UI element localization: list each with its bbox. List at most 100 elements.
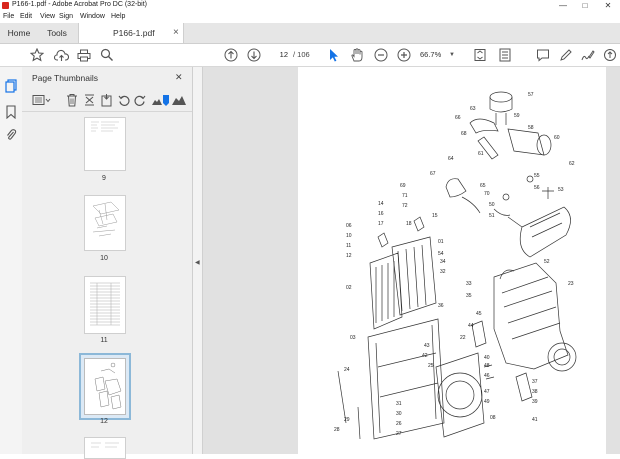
part-label: 58 bbox=[528, 125, 534, 131]
part-label: 30 bbox=[396, 411, 402, 417]
comment-icon[interactable] bbox=[535, 47, 551, 63]
maximize-button[interactable]: □ bbox=[574, 0, 596, 11]
menu-view[interactable]: View bbox=[40, 13, 55, 20]
thumbnail-page-10[interactable] bbox=[84, 195, 126, 251]
part-label: 24 bbox=[344, 367, 350, 373]
part-label: 48 bbox=[484, 363, 490, 369]
part-label: 61 bbox=[478, 151, 484, 157]
page-thumbnails-icon[interactable] bbox=[4, 79, 18, 93]
attachments-paperclip-icon[interactable] bbox=[5, 128, 17, 142]
thumbnail-page-12-selected[interactable] bbox=[79, 353, 131, 420]
panel-splitter[interactable]: ◀ bbox=[193, 67, 203, 454]
page-thumbnails-panel: Page Thumbnails ✕ 9 10 11 12 bbox=[22, 67, 210, 459]
menu-window[interactable]: Window bbox=[80, 13, 105, 20]
exploded-parts-diagram: 57 63 66 59 58 60 68 64 61 62 55 53 56 6… bbox=[334, 91, 577, 440]
search-icon[interactable] bbox=[99, 47, 115, 63]
part-label: 26 bbox=[396, 421, 402, 427]
part-label: 32 bbox=[440, 269, 446, 275]
part-label: 16 bbox=[378, 211, 384, 217]
part-label: 44 bbox=[468, 323, 474, 329]
rotate-clockwise-icon[interactable] bbox=[134, 94, 146, 106]
part-label: 34 bbox=[440, 259, 446, 265]
thumbnail-options-icon[interactable] bbox=[32, 94, 52, 106]
part-label: 62 bbox=[569, 161, 575, 167]
thumbnail-page-11-preview bbox=[90, 282, 120, 326]
part-label: 28 bbox=[334, 427, 340, 433]
part-label: 02 bbox=[346, 285, 352, 291]
part-label: 51 bbox=[489, 213, 495, 219]
part-label: 66 bbox=[455, 115, 461, 121]
select-cursor-icon[interactable] bbox=[326, 47, 342, 63]
part-label: 60 bbox=[554, 135, 560, 141]
menu-file[interactable]: File bbox=[3, 13, 14, 20]
part-label: 71 bbox=[402, 193, 408, 199]
page-total: / 106 bbox=[293, 50, 310, 59]
insert-page-icon[interactable] bbox=[100, 93, 113, 107]
share-icon[interactable] bbox=[602, 47, 618, 63]
bookmarks-icon[interactable] bbox=[5, 105, 17, 119]
zoom-level-value: 66.7% bbox=[420, 50, 442, 59]
thumbnail-page-13[interactable] bbox=[84, 437, 126, 459]
zoom-out-icon[interactable] bbox=[373, 47, 389, 63]
part-label: 27 bbox=[396, 431, 402, 437]
part-label: 08 bbox=[490, 415, 496, 421]
large-thumbnail-icon[interactable] bbox=[172, 95, 186, 105]
minimize-button[interactable]: — bbox=[552, 0, 574, 11]
zoom-in-icon[interactable] bbox=[396, 47, 412, 63]
panel-close-icon[interactable]: ✕ bbox=[175, 72, 183, 83]
part-label: 37 bbox=[532, 379, 538, 385]
thumbnail-label-10: 10 bbox=[100, 255, 108, 262]
part-label: 59 bbox=[514, 113, 520, 119]
part-label: 38 bbox=[532, 389, 538, 395]
part-label: 12 bbox=[346, 253, 352, 259]
collapse-panel-arrow-icon[interactable]: ◀ bbox=[195, 259, 200, 266]
part-label: 65 bbox=[480, 183, 486, 189]
tab-tools[interactable]: Tools bbox=[38, 23, 76, 43]
print-icon[interactable] bbox=[76, 47, 92, 63]
fit-page-icon[interactable] bbox=[472, 47, 488, 63]
thumbnail-page-11[interactable] bbox=[84, 276, 126, 334]
menu-edit[interactable]: Edit bbox=[20, 13, 32, 20]
tab-document[interactable]: P166-1.pdf × bbox=[78, 23, 184, 43]
part-label: 46 bbox=[484, 373, 490, 379]
close-window-button[interactable]: ✕ bbox=[597, 0, 619, 11]
part-label: 10 bbox=[346, 233, 352, 239]
tab-home[interactable]: Home bbox=[0, 23, 38, 43]
menu-help[interactable]: Help bbox=[111, 13, 125, 20]
zoom-level-field[interactable]: 66.7% ▼ bbox=[420, 49, 456, 61]
thumbnail-toolbar bbox=[22, 89, 192, 112]
part-label: 18 bbox=[406, 221, 412, 227]
part-label: 47 bbox=[484, 389, 490, 395]
bookmark-star-icon[interactable] bbox=[29, 47, 45, 63]
rotate-counterclockwise-icon[interactable] bbox=[118, 94, 130, 106]
part-label: 42 bbox=[422, 353, 428, 359]
next-page-icon[interactable] bbox=[246, 47, 262, 63]
page-number-input[interactable]: 12 bbox=[268, 49, 288, 61]
thumbnail-page-9[interactable] bbox=[84, 117, 126, 171]
part-label: 52 bbox=[544, 259, 550, 265]
delete-trash-icon[interactable] bbox=[66, 93, 78, 107]
panel-title: Page Thumbnails bbox=[32, 73, 98, 83]
tab-home-label: Home bbox=[7, 28, 31, 38]
part-label: 63 bbox=[470, 106, 476, 112]
upload-cloud-icon[interactable] bbox=[53, 47, 69, 63]
hand-tool-icon[interactable] bbox=[349, 47, 365, 63]
extract-pages-icon[interactable] bbox=[83, 93, 96, 107]
part-label: 67 bbox=[430, 171, 436, 177]
chevron-down-icon[interactable]: ▼ bbox=[449, 49, 455, 61]
thumbnail-size-slider-icon[interactable] bbox=[162, 94, 170, 107]
part-label: 45 bbox=[476, 311, 482, 317]
menu-sign[interactable]: Sign bbox=[59, 13, 73, 20]
scroll-mode-icon[interactable] bbox=[497, 47, 513, 63]
part-label: 72 bbox=[402, 203, 408, 209]
thumbnail-label-9: 9 bbox=[102, 175, 106, 182]
thumbnail-page-10-preview bbox=[92, 201, 120, 237]
part-label: 23 bbox=[568, 281, 574, 287]
part-label: 03 bbox=[350, 335, 356, 341]
previous-page-icon[interactable] bbox=[223, 47, 239, 63]
small-thumbnail-icon[interactable] bbox=[152, 97, 162, 105]
close-tab-icon[interactable]: × bbox=[173, 23, 179, 43]
highlight-pen-icon[interactable] bbox=[558, 47, 574, 63]
part-label: 36 bbox=[438, 303, 444, 309]
fill-sign-icon[interactable] bbox=[580, 47, 596, 63]
